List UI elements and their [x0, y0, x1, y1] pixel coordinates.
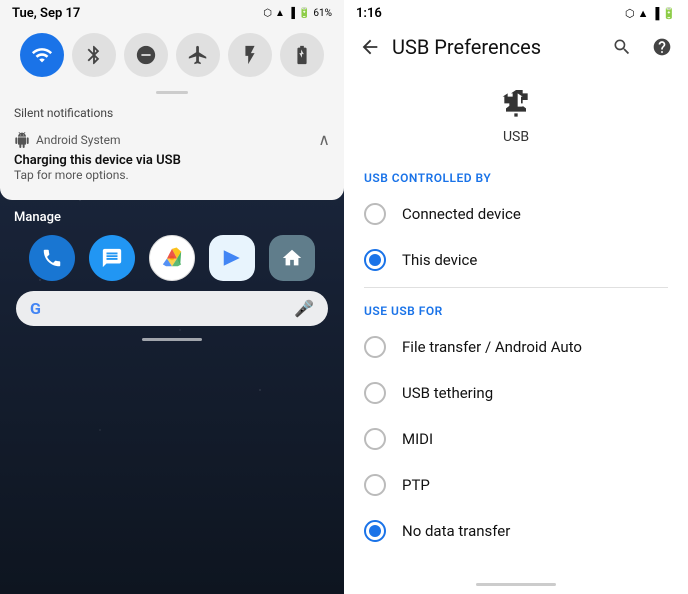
wifi-toggle[interactable] — [20, 33, 64, 77]
battery-saver-toggle[interactable] — [280, 33, 324, 77]
notification-card[interactable]: Android System ∧ Charging this device vi… — [0, 124, 344, 192]
option-usb-tethering[interactable]: USB tethering — [344, 370, 688, 416]
top-bar: USB Preferences — [344, 25, 688, 73]
option-this-device[interactable]: This device — [344, 237, 688, 283]
radio-ptp[interactable] — [364, 474, 386, 496]
notif-expand-icon[interactable]: ∧ — [318, 130, 330, 149]
battery-percent: 61% — [313, 8, 332, 19]
notif-header: Android System ∧ — [14, 130, 330, 149]
cast-icon-right: ⬡ — [625, 7, 635, 20]
radio-midi[interactable] — [364, 428, 386, 450]
search-button[interactable] — [604, 29, 640, 65]
no-data-transfer-label: No data transfer — [402, 522, 510, 540]
photos-app-icon[interactable] — [149, 235, 195, 281]
radio-dot-this-device — [369, 254, 381, 266]
radio-no-data-transfer[interactable] — [364, 520, 386, 542]
home-app-icon[interactable] — [269, 235, 315, 281]
home-screen: G 🎤 — [0, 235, 344, 351]
notification-drawer: Tue, Sep 17 ⬡ ▲ ▐ 🔋 61% — [0, 0, 344, 200]
bluetooth-toggle[interactable] — [72, 33, 116, 77]
notif-app-name: Android System — [36, 133, 121, 147]
cast-icon: ⬡ — [263, 8, 272, 19]
connected-device-label: Connected device — [402, 205, 521, 223]
search-bar[interactable]: G 🎤 — [16, 291, 328, 326]
page-title: USB Preferences — [392, 35, 604, 59]
google-g-icon: G — [30, 299, 41, 318]
signal-icon: ▐ — [288, 8, 295, 19]
signal-icon-right: ▐ — [652, 7, 660, 20]
option-no-data-transfer[interactable]: No data transfer — [344, 508, 688, 554]
status-icons-right: ⬡ ▲ ▐ 🔋 61% — [263, 8, 332, 19]
status-bar-right: 1:16 ⬡ ▲ ▐ 🔋 — [344, 0, 688, 25]
airplane-toggle[interactable] — [176, 33, 220, 77]
status-time-left: Tue, Sep 17 — [12, 6, 80, 21]
app-dock — [0, 235, 344, 281]
option-connected-device[interactable]: Connected device — [344, 191, 688, 237]
radio-this-device[interactable] — [364, 249, 386, 271]
flashlight-toggle[interactable] — [228, 33, 272, 77]
battery-icon-right: 🔋 — [662, 7, 676, 20]
bottom-nav-indicator — [476, 583, 556, 586]
home-indicator — [142, 338, 202, 341]
silent-notif-label: Silent notifications — [0, 100, 344, 124]
section-use-for: USE USB FOR — [344, 292, 688, 324]
radio-usb-tethering[interactable] — [364, 382, 386, 404]
ptp-label: PTP — [402, 476, 430, 494]
usb-label: USB — [503, 129, 529, 145]
wifi-icon-status: ▲ — [275, 8, 285, 19]
messages-app-icon[interactable] — [89, 235, 135, 281]
left-panel: Tue, Sep 17 ⬡ ▲ ▐ 🔋 61% — [0, 0, 344, 594]
midi-label: MIDI — [402, 430, 433, 448]
android-system-icon — [14, 132, 30, 148]
status-bar-left: Tue, Sep 17 ⬡ ▲ ▐ 🔋 61% — [0, 0, 344, 25]
radio-file-transfer[interactable] — [364, 336, 386, 358]
phone-app-icon[interactable] — [29, 235, 75, 281]
dnd-toggle[interactable] — [124, 33, 168, 77]
drawer-handle — [156, 91, 188, 94]
option-file-transfer[interactable]: File transfer / Android Auto — [344, 324, 688, 370]
help-button[interactable] — [644, 29, 680, 65]
radio-dot-no-data — [369, 525, 381, 537]
file-transfer-label: File transfer / Android Auto — [402, 338, 582, 356]
quick-toggles — [0, 25, 344, 87]
battery-icon: 🔋 — [298, 8, 310, 19]
top-actions — [604, 29, 680, 65]
this-device-label: This device — [402, 251, 477, 269]
notif-app-row: Android System — [14, 132, 121, 148]
option-midi[interactable]: MIDI — [344, 416, 688, 462]
option-ptp[interactable]: PTP — [344, 462, 688, 508]
back-button[interactable] — [352, 29, 388, 65]
status-time-right: 1:16 — [356, 6, 382, 21]
google-mic-icon[interactable]: 🎤 — [294, 299, 314, 318]
right-panel: 1:16 ⬡ ▲ ▐ 🔋 USB Preferences USB — [344, 0, 688, 594]
wifi-icon-right: ▲ — [638, 7, 649, 20]
manage-button[interactable]: Manage — [0, 200, 344, 235]
divider-1 — [364, 287, 668, 288]
right-status-icons: ⬡ ▲ ▐ 🔋 — [625, 7, 676, 20]
usb-icon-area: USB — [344, 73, 688, 159]
section-controlled-by: USB CONTROLLED BY — [344, 159, 688, 191]
play-app-icon[interactable] — [209, 235, 255, 281]
notif-subtitle: Tap for more options. — [14, 168, 330, 182]
notif-title: Charging this device via USB — [14, 153, 330, 168]
usb-symbol — [496, 85, 536, 125]
settings-content: USB CONTROLLED BY Connected device This … — [344, 159, 688, 577]
radio-connected-device[interactable] — [364, 203, 386, 225]
usb-tethering-label: USB tethering — [402, 384, 493, 402]
